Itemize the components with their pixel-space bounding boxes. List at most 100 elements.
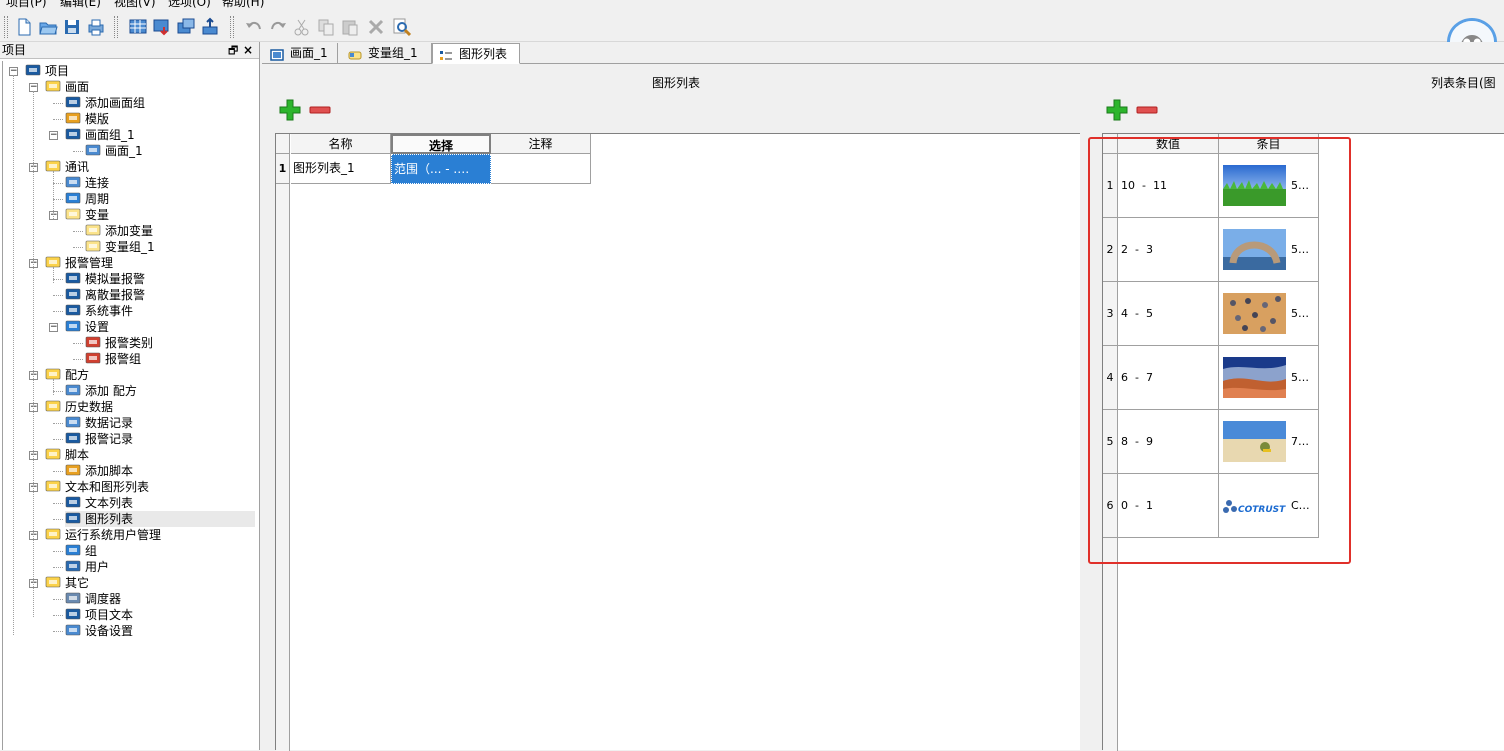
menu-options[interactable]: 选项(O) bbox=[168, 0, 211, 10]
tree-item[interactable]: 设置 bbox=[65, 319, 109, 335]
paste-icon[interactable] bbox=[340, 17, 360, 37]
tree-item[interactable]: 变量组_1 bbox=[85, 239, 155, 255]
tree-item[interactable]: 画面 bbox=[45, 79, 89, 95]
tree-connector bbox=[53, 391, 63, 392]
tree-item[interactable]: 报警记录 bbox=[65, 431, 133, 447]
tree-item-label: 画面 bbox=[65, 80, 90, 94]
tree-item-label: 设置 bbox=[85, 320, 110, 334]
tree-item[interactable]: 添加画面组 bbox=[65, 95, 145, 111]
tree-item[interactable]: 离散量报警 bbox=[65, 287, 145, 303]
cut-icon[interactable] bbox=[292, 17, 312, 37]
tree-item-label: 系统事件 bbox=[85, 304, 134, 318]
cell-selection[interactable]: 范围（... - .… bbox=[391, 154, 491, 184]
tree-item[interactable]: 配方 bbox=[45, 367, 89, 383]
tree-item[interactable]: 项目 bbox=[25, 63, 69, 79]
tree-item[interactable]: 系统事件 bbox=[65, 303, 133, 319]
user-icon bbox=[65, 559, 81, 573]
tree-item[interactable]: 模拟量报警 bbox=[65, 271, 145, 287]
tree-connector bbox=[53, 295, 63, 296]
column-header-selection[interactable]: 选择 bbox=[391, 134, 491, 154]
screen-icon bbox=[85, 143, 101, 157]
cell-comment[interactable] bbox=[491, 154, 591, 184]
tree-item[interactable]: 报警管理 bbox=[45, 255, 113, 271]
tree-item-label: 组 bbox=[85, 544, 98, 558]
tree-item[interactable]: 设备设置 bbox=[65, 623, 133, 639]
screen-icon bbox=[270, 47, 284, 61]
tab-graphic-list[interactable]: 图形列表 bbox=[432, 43, 520, 64]
tree-item-label: 模版 bbox=[85, 112, 110, 126]
tree-item[interactable]: 文本列表 bbox=[65, 495, 133, 511]
tree-item-label: 报警组 bbox=[105, 352, 142, 366]
tree-item[interactable]: 项目文本 bbox=[65, 607, 133, 623]
menu-view[interactable]: 视图(V) bbox=[114, 0, 156, 10]
tab-variable-group-1[interactable]: 变量组_1 bbox=[342, 43, 432, 64]
tree-item[interactable]: 变量 bbox=[65, 207, 109, 223]
tree-item[interactable]: 添加 配方 bbox=[65, 383, 137, 399]
screen-grid-icon[interactable] bbox=[128, 17, 148, 37]
find-icon[interactable] bbox=[392, 17, 412, 37]
menu-edit[interactable]: 编辑(E) bbox=[60, 0, 101, 10]
tree-item[interactable]: 脚本 bbox=[45, 447, 89, 463]
tree-connector bbox=[53, 503, 63, 504]
collapse-toggle-icon[interactable]: − bbox=[49, 323, 58, 332]
transfer-icon[interactable] bbox=[176, 17, 196, 37]
tree-item[interactable]: 调度器 bbox=[65, 591, 121, 607]
tab-label: 变量组_1 bbox=[368, 46, 418, 60]
upload-icon[interactable] bbox=[200, 17, 220, 37]
collapse-toggle-icon[interactable]: − bbox=[49, 131, 58, 140]
toolbar-grip[interactable] bbox=[4, 16, 8, 38]
tree-item[interactable]: 模版 bbox=[65, 111, 109, 127]
tree-item[interactable]: 报警类别 bbox=[85, 335, 153, 351]
row-header[interactable]: 1 bbox=[276, 154, 290, 184]
tree-item[interactable]: 周期 bbox=[65, 191, 109, 207]
tree-item-label: 文本列表 bbox=[85, 496, 134, 510]
tree-item[interactable]: 通讯 bbox=[45, 159, 89, 175]
tree-guide-line bbox=[13, 75, 14, 635]
tree-item[interactable]: 添加脚本 bbox=[65, 463, 133, 479]
tree-item-label: 数据记录 bbox=[85, 416, 134, 430]
toolbar-grip-3[interactable] bbox=[230, 16, 234, 38]
tree-item[interactable]: 画面_1 bbox=[85, 143, 143, 159]
cell-name[interactable]: 图形列表_1 bbox=[291, 154, 391, 184]
tree-connector bbox=[53, 103, 63, 104]
undo-icon[interactable] bbox=[244, 17, 264, 37]
tree-item[interactable]: 添加变量 bbox=[85, 223, 153, 239]
close-icon[interactable]: × bbox=[243, 42, 253, 59]
tree-item[interactable]: 数据记录 bbox=[65, 415, 133, 431]
save-icon[interactable] bbox=[62, 17, 82, 37]
tree-item[interactable]: 图形列表 bbox=[65, 511, 255, 527]
tree-item[interactable]: 连接 bbox=[65, 175, 109, 191]
copy-icon[interactable] bbox=[316, 17, 336, 37]
dock-icon[interactable]: 🗗 bbox=[228, 42, 238, 59]
tree-connector bbox=[73, 151, 83, 152]
remove-graphic-list-button[interactable] bbox=[309, 99, 331, 121]
toolbar-grip-2[interactable] bbox=[114, 16, 118, 38]
tree-item-label: 报警记录 bbox=[85, 432, 134, 446]
tree-item[interactable]: 运行系统用户管理 bbox=[45, 527, 161, 543]
tree-item[interactable]: 文本和图形列表 bbox=[45, 479, 149, 495]
remove-list-entry-button[interactable] bbox=[1136, 99, 1158, 121]
graphic-list-icon bbox=[439, 48, 453, 60]
tree-item[interactable]: 组 bbox=[65, 543, 97, 559]
column-header-comment[interactable]: 注释 bbox=[491, 134, 591, 154]
tree-item[interactable]: 用户 bbox=[65, 559, 109, 575]
print-icon[interactable] bbox=[86, 17, 106, 37]
add-graphic-list-button[interactable] bbox=[279, 99, 301, 121]
menu-project[interactable]: 项目(P) bbox=[6, 0, 47, 10]
tree-item[interactable]: 报警组 bbox=[85, 351, 141, 367]
tree-item[interactable]: 画面组_1 bbox=[65, 127, 135, 143]
download-screen-icon[interactable] bbox=[152, 17, 172, 37]
add-list-entry-button[interactable] bbox=[1106, 99, 1128, 121]
column-header-name[interactable]: 名称 bbox=[291, 134, 391, 154]
open-folder-icon[interactable] bbox=[38, 17, 58, 37]
menu-help[interactable]: 帮助(H) bbox=[222, 0, 264, 10]
delete-icon[interactable] bbox=[366, 17, 386, 37]
discrete-alarm-icon bbox=[65, 287, 81, 301]
tree-item[interactable]: 历史数据 bbox=[45, 399, 113, 415]
add-screen-group-icon bbox=[65, 95, 81, 109]
redo-icon[interactable] bbox=[268, 17, 288, 37]
tree-item[interactable]: 其它 bbox=[45, 575, 89, 591]
tab-screen-1[interactable]: 画面_1 bbox=[264, 43, 338, 64]
tree-item-label: 用户 bbox=[85, 560, 110, 574]
new-file-icon[interactable] bbox=[14, 17, 34, 37]
